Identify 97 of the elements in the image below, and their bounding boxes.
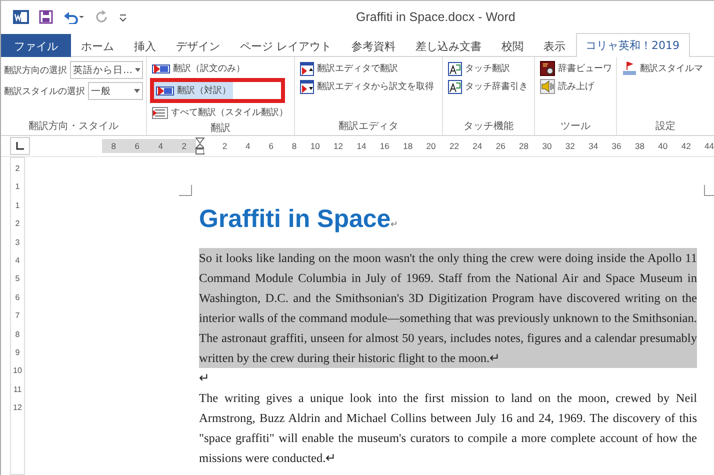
ruler-number: 4 bbox=[158, 141, 163, 151]
editor-icon bbox=[300, 80, 314, 94]
speaker-icon bbox=[540, 79, 555, 94]
group-label: タッチ機能 bbox=[462, 120, 514, 133]
ruler-number: 3 bbox=[15, 238, 20, 247]
ruler-number: 8 bbox=[15, 330, 20, 339]
ruler-number: 16 bbox=[378, 141, 390, 151]
translate-icon bbox=[152, 62, 170, 74]
dropdown-field[interactable]: 英語から日… bbox=[70, 61, 143, 79]
ribbon-tab[interactable]: ファイル bbox=[1, 34, 71, 57]
ruler-number: 20 bbox=[425, 141, 436, 151]
window-title: Graffiti in Space.docx - Word bbox=[356, 10, 516, 24]
ribbon-tab[interactable]: ホーム bbox=[71, 34, 124, 57]
margin-corner-mark bbox=[704, 185, 714, 196]
dropdown-arrow-icon bbox=[134, 89, 140, 93]
ribbon-tab[interactable]: 差し込み文書 bbox=[406, 34, 492, 57]
ribbon-button[interactable]: タッチ翻訳 bbox=[446, 60, 512, 77]
ribbon-button[interactable]: 翻訳スタイルマ bbox=[620, 60, 705, 77]
tab-selector[interactable] bbox=[10, 137, 30, 155]
ruler-number: 9 bbox=[15, 348, 20, 357]
list-icon bbox=[152, 106, 168, 118]
ribbon-button[interactable]: 翻訳（訳文のみ） bbox=[150, 60, 247, 77]
ruler-number: 8 bbox=[111, 141, 116, 151]
ruler-number: 34 bbox=[588, 141, 598, 151]
ruler-number: 2 bbox=[15, 164, 20, 173]
ribbon-tab[interactable]: 参考資料 bbox=[342, 34, 406, 57]
paragraph-mark: ↵ bbox=[390, 219, 399, 229]
ruler-number: 22 bbox=[448, 141, 459, 151]
editor-icon bbox=[300, 62, 314, 76]
tab-stop-icon bbox=[16, 142, 24, 150]
body-paragraph: The writing gives a unique look into the first mission to land on the moon, crewed by Neil Armstrong, Buzz Aldrin and Michael Collins between July 16 and 24, 1969. The discovery of this "space graffiti" will enable the museum's curators to compile a more complete account of how the missions were conducted.↵ bbox=[199, 390, 697, 467]
touch-icon bbox=[448, 62, 462, 76]
ruler-number: 6 bbox=[134, 141, 140, 151]
book-icon bbox=[540, 61, 555, 76]
group-label: ツール bbox=[560, 120, 592, 133]
ruler-number: 38 bbox=[634, 141, 644, 151]
ruler-number: 6 bbox=[15, 292, 20, 302]
ruler-number: 4 bbox=[244, 141, 250, 151]
ribbon-button[interactable]: 翻訳エディタから訳文を取得 bbox=[298, 78, 436, 95]
ruler-number: 18 bbox=[402, 141, 413, 151]
group-label: 設定 bbox=[654, 120, 676, 133]
ruler-number: 28 bbox=[518, 141, 528, 151]
ruler-number: 2 bbox=[182, 141, 186, 151]
ruler-number: 1 bbox=[15, 200, 20, 210]
document-heading: Graffiti in Space bbox=[199, 205, 391, 233]
translate-icon bbox=[156, 84, 174, 96]
ribbon-button[interactable]: 翻訳エディタで翻訳 bbox=[298, 60, 400, 77]
ribbon-tab[interactable]: 挿入 bbox=[124, 34, 166, 57]
ribbon-button[interactable]: タッチ辞書引き bbox=[446, 78, 530, 95]
ruler-number: 12 bbox=[13, 403, 22, 412]
ruler-number: 4 bbox=[15, 256, 20, 265]
ruler-number: 32 bbox=[564, 141, 575, 151]
dropdown-arrow-icon bbox=[134, 68, 140, 72]
ruler-number: 24 bbox=[472, 141, 482, 151]
group-label: 翻訳方向・スタイル bbox=[28, 120, 120, 133]
ribbon-button[interactable]: 辞書ビューワ bbox=[538, 60, 614, 77]
group-label: 翻訳 bbox=[210, 122, 232, 135]
group-label: 翻訳エディタ bbox=[338, 120, 400, 133]
ribbon-button[interactable]: すべて翻訳（スタイル翻訳） bbox=[150, 104, 290, 121]
body-paragraph: ↵ bbox=[199, 370, 210, 387]
indent-marker-icon[interactable] bbox=[194, 137, 205, 155]
ruler-number: 42 bbox=[680, 141, 691, 151]
ribbon-button[interactable]: 翻訳（対訳） bbox=[154, 82, 233, 99]
ruler-number: 1 bbox=[15, 182, 20, 192]
style-icon bbox=[622, 61, 637, 76]
touch-icon bbox=[448, 80, 462, 94]
ribbon-tab[interactable]: コリャ英和！2019 bbox=[576, 33, 690, 57]
ruler-number: 44 bbox=[704, 141, 714, 151]
dropdown-label: 翻訳方向の選択 bbox=[4, 64, 67, 76]
ruler-number: 10 bbox=[309, 141, 320, 151]
ruler-number: 12 bbox=[332, 141, 343, 151]
ruler-number: 2 bbox=[221, 141, 228, 151]
ruler-number: 14 bbox=[356, 141, 366, 151]
ribbon-tab[interactable]: ページ レイアウト bbox=[230, 34, 342, 57]
ribbon-button[interactable]: 読み上げ bbox=[538, 78, 596, 95]
body-paragraph: So it looks like landing on the moon wasn't the only thing the crew were doing inside the Apollo 11 Command Module Columbia in July of 1969. Staff from the National Air and Space Museum in Washington, D.C. and the Smithsonian's 3D Digitization Program have discovered writing on the interior walls of the command module—something that was previously unknown to the Smithsonian. The astronaut graffiti, unseen for almost 50 years, includes notes, figures and a calendar presumably written by the crew during their historic flight to the moon.↵ bbox=[199, 248, 697, 368]
ruler-number: 7 bbox=[15, 311, 20, 320]
undo-icon[interactable] bbox=[63, 10, 85, 24]
ruler-number: 11 bbox=[13, 384, 22, 394]
ribbon-tab[interactable]: デザイン bbox=[166, 34, 230, 57]
customize-icon[interactable] bbox=[119, 12, 127, 22]
ruler-number: 8 bbox=[290, 141, 297, 151]
ruler-number: 2 bbox=[15, 219, 20, 228]
ruler-number: 36 bbox=[610, 141, 622, 151]
dropdown-label: 翻訳スタイルの選択 bbox=[4, 86, 85, 98]
ruler-number: 6 bbox=[268, 141, 274, 151]
word-app-icon bbox=[13, 8, 29, 24]
save-icon[interactable] bbox=[39, 10, 53, 24]
dropdown-field[interactable]: 一般 bbox=[88, 82, 143, 100]
ruler-number: 26 bbox=[494, 141, 506, 151]
ruler-number: 40 bbox=[657, 141, 668, 151]
ruler-number: 5 bbox=[15, 274, 20, 284]
ruler-number: 10 bbox=[13, 366, 22, 376]
margin-corner-mark bbox=[179, 185, 192, 196]
ribbon-tab[interactable]: 校閲 bbox=[492, 34, 534, 57]
ribbon-tab[interactable]: 表示 bbox=[534, 34, 576, 57]
ruler-number: 30 bbox=[541, 141, 552, 151]
